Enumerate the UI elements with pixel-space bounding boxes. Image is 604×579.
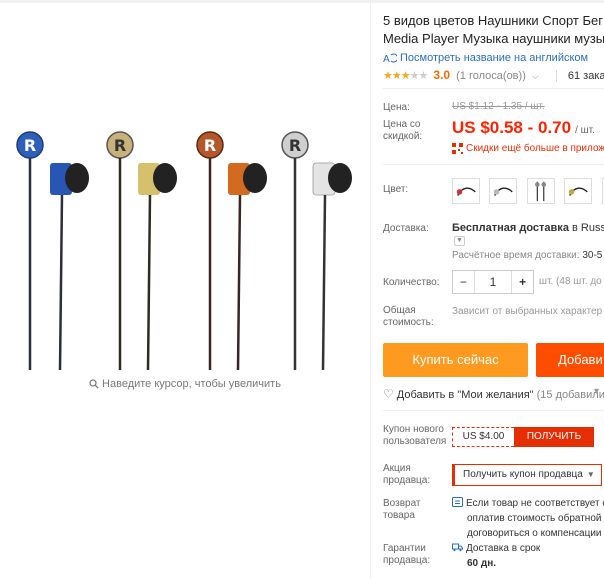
svg-text:R: R [204,136,216,155]
returns-icon [452,497,463,507]
price-new: US $0.58 - 0.70/ шт. [452,118,595,138]
qr-code-icon [452,143,463,154]
dropdown-arrow-icon: ▼ [586,470,595,479]
product-title-line2: Media Player Музыка наушники музыке [383,31,604,46]
seller-promo-label: Акция продавца: [383,463,431,486]
quantity-input[interactable]: 1 [475,271,512,293]
svg-text:R: R [24,136,36,155]
color-swatch[interactable] [526,178,555,204]
returns-line3: договориться о компенсации [467,528,602,539]
price-unit: / шт. [575,125,595,136]
price-old: US $1.12 - 1.35 / шт. [452,101,545,112]
app-discount-link[interactable]: Скидки ещё больше в прилож [452,143,604,154]
coupon-amount: US $4.00 [452,427,514,447]
translate-link-text: Посмотреть название на английском [400,52,589,64]
earphone-orange: R [196,131,267,371]
rating-row: ★★★★★ 3.0 (1 голоса(ов)) ⌵ 61 заказа(о [383,68,604,83]
svg-text:R: R [289,136,301,155]
rating-votes[interactable]: (1 голоса(ов)) [456,70,526,82]
orders-count: 61 заказа(о [567,70,604,82]
shipping-label: Доставка: [383,223,429,234]
delivery-truck-icon [452,543,463,552]
wishlist-chevron-icon[interactable]: ▾ [594,386,599,397]
product-title-line1: 5 видов цветов Наушники Спорт Бег уш [383,13,604,28]
divider [383,88,604,89]
returns-info: Если товар не соответствует о оплатив ст… [452,496,604,541]
add-to-cart-button[interactable]: Добави [536,343,604,377]
shipping-destination[interactable]: в Russian [572,222,604,234]
svg-text:R: R [114,136,126,155]
price-new-value: US $0.58 - 0.70 [452,118,572,137]
translate-icon: A [383,53,397,64]
shipping-dropdown-icon[interactable]: ▼ [454,236,465,246]
total-label: Общая стоимость: [383,305,434,328]
divider [383,410,604,411]
quantity-label: Количество: [383,277,440,288]
quantity-note: шт. (48 шт. до [539,276,602,287]
color-swatches [452,178,604,204]
seller-coupon-text: Получить купон продавца [463,469,583,480]
rating-stars[interactable]: ★★★★★ [383,70,428,82]
color-swatch[interactable] [489,178,518,204]
shipping-time: Расчётное время доставки: 30-5 [452,250,602,261]
magnifier-icon [89,379,99,389]
shipping-free: Бесплатная доставка [452,222,569,234]
total-value: Зависит от выбранных характер [452,306,603,317]
product-gallery: R R R R Наведите курсор, чтобы увеличить [0,0,370,579]
color-swatch[interactable] [564,178,593,204]
shipping-time-label: Расчётное время доставки: [452,250,580,261]
divider [383,164,604,165]
color-swatch[interactable] [452,178,480,204]
zoom-hint-text: Наведите курсор, чтобы увеличить [102,378,281,390]
shipping-time-value: 30-5 [582,250,603,261]
shipping-value: Бесплатная доставка в Russian [452,222,604,234]
translate-link[interactable]: A Посмотреть название на английском [383,52,588,64]
rating-score: 3.0 [433,68,451,82]
quantity-plus-button[interactable]: + [511,271,533,293]
new-user-coupon: US $4.00 ПОЛУЧИТЬ [452,427,594,447]
earphone-gold: R [106,131,177,371]
svg-text:A: A [383,54,390,64]
quantity-stepper: − 1 + [452,270,534,294]
seller-coupon-dropdown[interactable]: Получить купон продавца ▼ [452,464,602,486]
wishlist-label: Добавить в "Мои желания" [396,389,534,401]
chevron-down-icon[interactable]: ⌵ [532,71,539,81]
color-label: Цвет: [383,184,409,195]
returns-line1: Если товар не соответствует о [466,498,604,509]
guarantee-line2: 60 дн. [467,558,497,569]
rating-separator [555,70,557,83]
guarantee-label: Гарантии продавца: [383,543,431,566]
product-title: 5 видов цветов Наушники Спорт Бег уш Med… [383,12,604,48]
earphone-blue: R [16,131,89,371]
earphone-silver: R [281,131,352,371]
discount-price-label: Цена со скидкой: [383,119,423,142]
heart-icon: ♡ [383,387,394,401]
zoom-hint: Наведите курсор, чтобы увеличить [0,378,370,390]
quantity-minus-button[interactable]: − [453,271,475,293]
app-discount-text: Скидки ещё больше в прилож [466,143,604,155]
guarantee-info: Доставка в срок 60 дн. [452,541,540,571]
divider [370,0,371,579]
buy-now-button[interactable]: Купить сейчас [383,343,528,377]
coupon-label: Купон нового пользователя [383,424,447,447]
get-coupon-button[interactable]: ПОЛУЧИТЬ [514,427,594,447]
wishlist-row[interactable]: ♡ Добавить в "Мои желания" (15 добавили) [383,387,604,401]
price-label: Цена: [383,102,410,113]
guarantee-line1: Доставка в срок [466,543,541,554]
returns-line2: оплатив стоимость обратной [467,513,602,524]
product-image[interactable]: R R R R [10,120,360,380]
returns-label: Возврат товара [383,498,421,521]
